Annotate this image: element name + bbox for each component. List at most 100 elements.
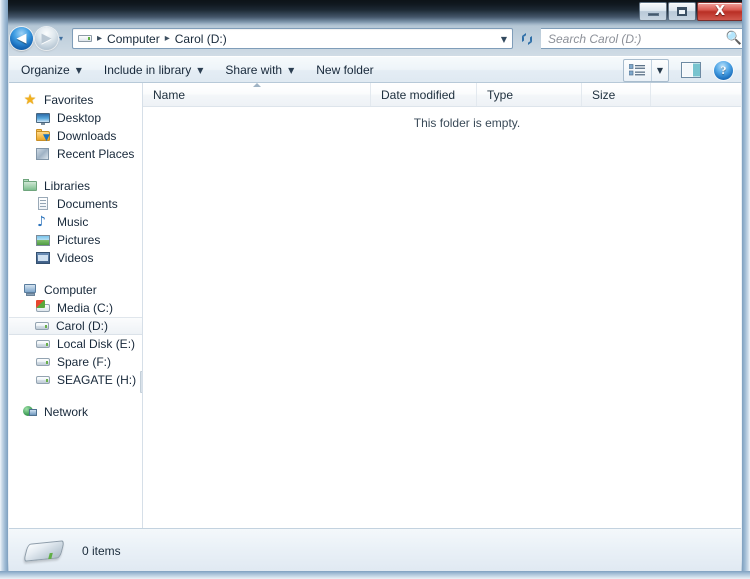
share-with-button[interactable]: Share with ▼: [215, 58, 304, 82]
help-icon: ?: [720, 62, 727, 77]
sidebar-item-downloads[interactable]: ▼ Downloads: [9, 127, 142, 145]
sidebar-label: Videos: [57, 251, 94, 265]
sidebar-group-libraries: Libraries Documents ♪ Music Pictures Vid…: [9, 177, 142, 267]
star-icon: ★: [23, 92, 37, 108]
sidebar-label: Computer: [44, 283, 97, 297]
organize-button[interactable]: Organize ▼: [11, 58, 92, 82]
sidebar-label: Local Disk (E:): [57, 337, 136, 351]
window-frame-right: [742, 0, 750, 579]
sidebar-label: Music: [57, 215, 89, 229]
file-list-pane: Name Date modified Type Size This folder…: [143, 83, 741, 529]
sidebar-label: Favorites: [44, 93, 94, 107]
new-folder-button[interactable]: New folder: [306, 58, 383, 82]
downloads-folder-icon: ▼: [35, 128, 51, 144]
back-button[interactable]: ◀: [10, 27, 33, 50]
address-bar[interactable]: ▸ Computer ▸ Carol (D:) ▼: [72, 28, 513, 49]
column-label: Date modified: [381, 87, 456, 102]
drive-icon: [35, 336, 51, 352]
sidebar-item-seagate-h[interactable]: SEAGATE (H:): [9, 371, 142, 389]
libraries-icon: [22, 178, 38, 194]
navigation-pane: ★ Favorites Desktop ▼ Downloads Recent P…: [9, 83, 143, 529]
preview-pane-icon: [681, 62, 701, 78]
empty-folder-message: This folder is empty.: [413, 116, 521, 130]
column-header-row: Name Date modified Type Size: [143, 83, 741, 107]
chevron-down-icon: ▼: [197, 65, 204, 75]
sidebar-item-media-c[interactable]: Media (C:): [9, 299, 142, 317]
drive-icon: [23, 535, 65, 567]
toolbar-right-group: ▼ ?: [623, 58, 737, 82]
share-with-label: Share with: [225, 63, 283, 77]
sidebar-group-favorites: ★ Favorites Desktop ▼ Downloads Recent P…: [9, 91, 142, 163]
column-header-name[interactable]: Name: [143, 83, 371, 106]
include-in-library-label: Include in library: [103, 63, 192, 77]
recent-pages-button[interactable]: ▾: [59, 34, 70, 45]
sidebar-item-recent-places[interactable]: Recent Places: [9, 145, 142, 163]
maximize-button[interactable]: [668, 2, 696, 21]
sidebar-label: Desktop: [57, 111, 102, 125]
window-controls: X: [638, 2, 743, 21]
column-header-size[interactable]: Size: [582, 83, 651, 106]
change-view-button[interactable]: [624, 60, 651, 81]
breadcrumb-item-carol-d[interactable]: Carol (D:): [175, 32, 227, 46]
close-icon: X: [714, 4, 726, 19]
sidebar-item-libraries[interactable]: Libraries: [9, 177, 142, 195]
sidebar-item-network[interactable]: Network: [9, 403, 142, 421]
sidebar-item-carol-d[interactable]: Carol (D:): [9, 317, 142, 335]
breadcrumb-separator: ▸: [97, 33, 103, 44]
sidebar-item-favorites[interactable]: ★ Favorites: [9, 91, 142, 109]
sidebar-label: Network: [44, 405, 89, 419]
column-header-filler: [651, 83, 741, 106]
column-label: Name: [153, 87, 186, 102]
music-note-icon: ♪: [37, 214, 46, 230]
help-button[interactable]: ?: [714, 60, 733, 80]
sidebar-item-computer[interactable]: Computer: [9, 281, 142, 299]
desktop-icon: [35, 110, 51, 126]
preview-pane-button[interactable]: [678, 60, 704, 81]
sidebar-label: Spare (F:): [57, 355, 112, 369]
explorer-window: X ◀ ▶ ▾ ▸ Computer ▸ Carol (D:) ▼ Search…: [0, 0, 750, 579]
window-frame-bottom: [0, 571, 750, 579]
sidebar-label: Libraries: [44, 179, 91, 193]
drive-icon: [35, 372, 51, 388]
minimize-button[interactable]: [639, 2, 667, 21]
document-icon: [35, 196, 51, 212]
sidebar-item-local-disk-e[interactable]: Local Disk (E:): [9, 335, 142, 353]
sidebar-label: Recent Places: [57, 147, 135, 161]
computer-icon: [22, 282, 38, 298]
search-box[interactable]: 🔍: [541, 28, 750, 49]
search-input[interactable]: [541, 31, 726, 46]
sidebar-item-spare-f[interactable]: Spare (F:): [9, 353, 142, 371]
view-list-icon: [629, 63, 645, 75]
breadcrumb-separator: ▸: [164, 33, 170, 44]
breadcrumb-item-computer[interactable]: Computer: [107, 32, 160, 46]
organize-label: Organize: [21, 63, 70, 77]
recent-places-icon: [35, 146, 51, 162]
sidebar-item-music[interactable]: ♪ Music: [9, 213, 142, 231]
drive-icon: [78, 33, 92, 44]
windows-drive-icon: [35, 300, 51, 316]
sidebar-group-network: Network: [9, 403, 142, 421]
back-arrow-icon: ◀: [16, 31, 27, 46]
column-label: Size: [592, 87, 616, 102]
refresh-icon: [522, 32, 532, 45]
address-dropdown-icon[interactable]: ▼: [501, 35, 507, 44]
refresh-button[interactable]: [516, 28, 538, 49]
sidebar-item-documents[interactable]: Documents: [9, 195, 142, 213]
command-toolbar: Organize ▼ Include in library ▼ Share wi…: [9, 56, 741, 83]
sidebar-item-pictures[interactable]: Pictures: [9, 231, 142, 249]
sidebar-label: Pictures: [57, 233, 101, 247]
sidebar-item-desktop[interactable]: Desktop: [9, 109, 142, 127]
forward-arrow-icon: ▶: [41, 31, 52, 46]
title-bar: X: [0, 0, 750, 24]
sidebar-item-videos[interactable]: Videos: [9, 249, 142, 267]
forward-button[interactable]: ▶: [35, 27, 58, 50]
view-dropdown-icon[interactable]: ▼: [651, 59, 668, 81]
column-header-date-modified[interactable]: Date modified: [371, 83, 477, 106]
minimize-icon: [647, 13, 659, 16]
column-header-type[interactable]: Type: [477, 83, 582, 106]
include-in-library-button[interactable]: Include in library ▼: [94, 58, 214, 82]
close-button[interactable]: X: [697, 2, 743, 21]
